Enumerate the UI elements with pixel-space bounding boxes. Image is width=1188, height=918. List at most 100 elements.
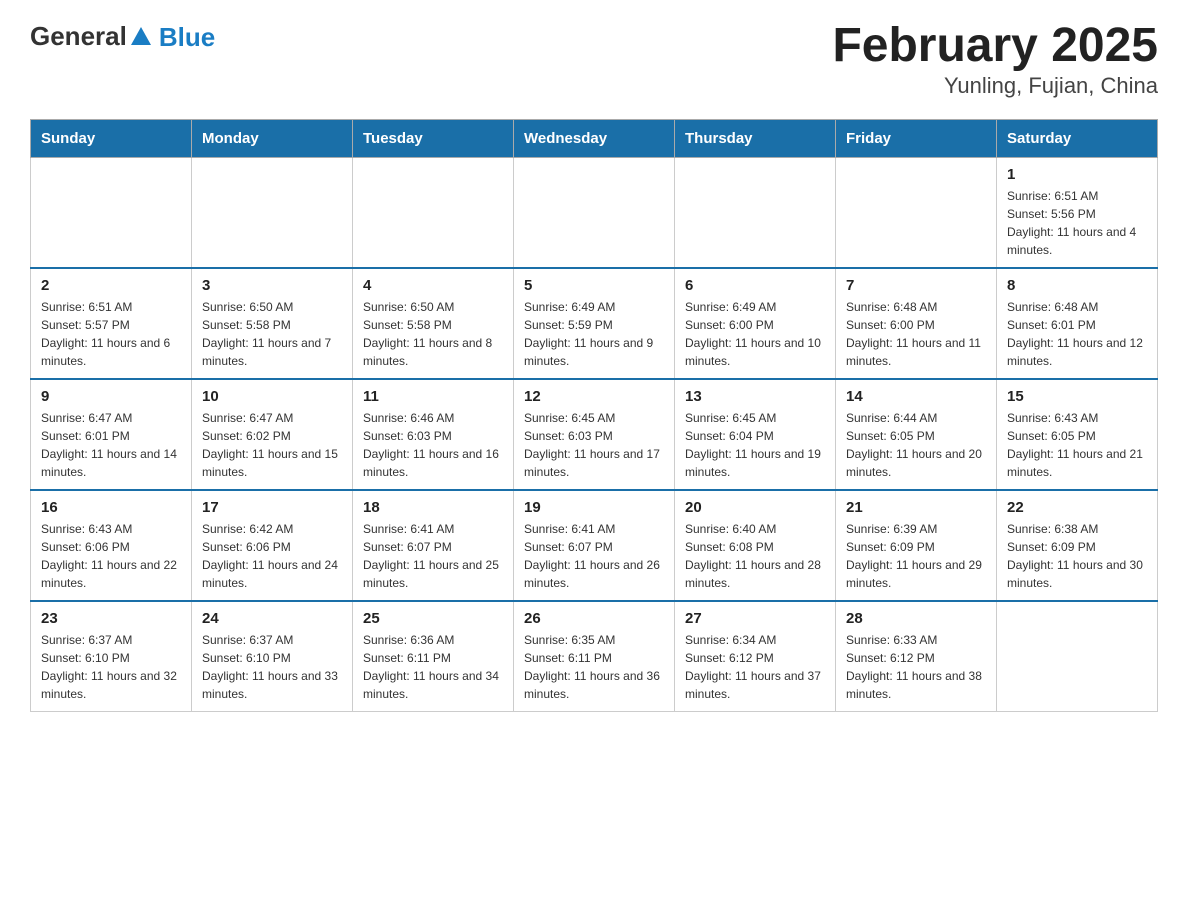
day-info: Sunrise: 6:35 AMSunset: 6:11 PMDaylight:… bbox=[524, 631, 664, 703]
page-header: General Blue February 2025 Yunling, Fuji… bbox=[30, 20, 1158, 99]
day-info: Sunrise: 6:47 AMSunset: 6:01 PMDaylight:… bbox=[41, 409, 181, 481]
day-number: 26 bbox=[524, 610, 664, 627]
calendar-day-cell: 12 Sunrise: 6:45 AMSunset: 6:03 PMDayligh… bbox=[514, 379, 675, 490]
day-info: Sunrise: 6:45 AMSunset: 6:04 PMDaylight:… bbox=[685, 409, 825, 481]
day-number: 4 bbox=[363, 277, 503, 294]
day-number: 18 bbox=[363, 499, 503, 516]
calendar-title: February 2025 bbox=[832, 20, 1158, 73]
calendar-day-cell bbox=[31, 157, 192, 268]
day-number: 22 bbox=[1007, 499, 1147, 516]
day-info: Sunrise: 6:41 AMSunset: 6:07 PMDaylight:… bbox=[524, 520, 664, 592]
weekday-header: Sunday bbox=[31, 119, 192, 157]
day-info: Sunrise: 6:40 AMSunset: 6:08 PMDaylight:… bbox=[685, 520, 825, 592]
calendar-day-cell: 15 Sunrise: 6:43 AMSunset: 6:05 PMDayligh… bbox=[997, 379, 1158, 490]
day-number: 16 bbox=[41, 499, 181, 516]
day-info: Sunrise: 6:33 AMSunset: 6:12 PMDaylight:… bbox=[846, 631, 986, 703]
calendar-day-cell: 14 Sunrise: 6:44 AMSunset: 6:05 PMDayligh… bbox=[836, 379, 997, 490]
day-number: 9 bbox=[41, 388, 181, 405]
day-number: 13 bbox=[685, 388, 825, 405]
calendar-week-row: 9 Sunrise: 6:47 AMSunset: 6:01 PMDaylight… bbox=[31, 379, 1158, 490]
day-info: Sunrise: 6:50 AMSunset: 5:58 PMDaylight:… bbox=[363, 298, 503, 370]
day-number: 14 bbox=[846, 388, 986, 405]
calendar-day-cell bbox=[997, 601, 1158, 712]
day-info: Sunrise: 6:34 AMSunset: 6:12 PMDaylight:… bbox=[685, 631, 825, 703]
calendar-day-cell bbox=[514, 157, 675, 268]
day-info: Sunrise: 6:42 AMSunset: 6:06 PMDaylight:… bbox=[202, 520, 342, 592]
day-number: 27 bbox=[685, 610, 825, 627]
day-info: Sunrise: 6:47 AMSunset: 6:02 PMDaylight:… bbox=[202, 409, 342, 481]
weekday-header: Tuesday bbox=[353, 119, 514, 157]
calendar-day-cell: 3 Sunrise: 6:50 AMSunset: 5:58 PMDaylight… bbox=[192, 268, 353, 379]
day-number: 7 bbox=[846, 277, 986, 294]
weekday-header: Monday bbox=[192, 119, 353, 157]
calendar-week-row: 16 Sunrise: 6:43 AMSunset: 6:06 PMDayligh… bbox=[31, 490, 1158, 601]
day-info: Sunrise: 6:51 AMSunset: 5:57 PMDaylight:… bbox=[41, 298, 181, 370]
calendar-day-cell: 8Sunrise: 6:48 AMSunset: 6:01 PMDaylight… bbox=[997, 268, 1158, 379]
calendar-day-cell: 19 Sunrise: 6:41 AMSunset: 6:07 PMDayligh… bbox=[514, 490, 675, 601]
calendar-day-cell: 1 Sunrise: 6:51 AMSunset: 5:56 PMDaylight… bbox=[997, 157, 1158, 268]
day-number: 5 bbox=[524, 277, 664, 294]
weekday-header: Wednesday bbox=[514, 119, 675, 157]
calendar-day-cell bbox=[675, 157, 836, 268]
calendar-week-row: 23 Sunrise: 6:37 AMSunset: 6:10 PMDayligh… bbox=[31, 601, 1158, 712]
day-info: Sunrise: 6:48 AMSunset: 6:01 PMDaylight:… bbox=[1007, 298, 1147, 370]
day-number: 6 bbox=[685, 277, 825, 294]
day-info: Sunrise: 6:43 AMSunset: 6:06 PMDaylight:… bbox=[41, 520, 181, 592]
day-info: Sunrise: 6:45 AMSunset: 6:03 PMDaylight:… bbox=[524, 409, 664, 481]
day-number: 23 bbox=[41, 610, 181, 627]
day-info: Sunrise: 6:38 AMSunset: 6:09 PMDaylight:… bbox=[1007, 520, 1147, 592]
day-info: Sunrise: 6:49 AMSunset: 5:59 PMDaylight:… bbox=[524, 298, 664, 370]
day-info: Sunrise: 6:49 AMSunset: 6:00 PMDaylight:… bbox=[685, 298, 825, 370]
title-block: February 2025 Yunling, Fujian, China bbox=[832, 20, 1158, 99]
day-info: Sunrise: 6:46 AMSunset: 6:03 PMDaylight:… bbox=[363, 409, 503, 481]
calendar-day-cell: 26 Sunrise: 6:35 AMSunset: 6:11 PMDayligh… bbox=[514, 601, 675, 712]
day-info: Sunrise: 6:50 AMSunset: 5:58 PMDaylight:… bbox=[202, 298, 342, 370]
day-number: 2 bbox=[41, 277, 181, 294]
day-number: 12 bbox=[524, 388, 664, 405]
calendar-day-cell: 6 Sunrise: 6:49 AMSunset: 6:00 PMDaylight… bbox=[675, 268, 836, 379]
day-info: Sunrise: 6:43 AMSunset: 6:05 PMDaylight:… bbox=[1007, 409, 1147, 481]
calendar-table: SundayMondayTuesdayWednesdayThursdayFrid… bbox=[30, 119, 1158, 712]
calendar-day-cell: 9 Sunrise: 6:47 AMSunset: 6:01 PMDaylight… bbox=[31, 379, 192, 490]
calendar-day-cell: 16 Sunrise: 6:43 AMSunset: 6:06 PMDayligh… bbox=[31, 490, 192, 601]
logo-icon bbox=[127, 23, 155, 51]
day-info: Sunrise: 6:48 AMSunset: 6:00 PMDaylight:… bbox=[846, 298, 986, 370]
day-number: 19 bbox=[524, 499, 664, 516]
day-number: 24 bbox=[202, 610, 342, 627]
day-number: 25 bbox=[363, 610, 503, 627]
calendar-day-cell: 27 Sunrise: 6:34 AMSunset: 6:12 PMDayligh… bbox=[675, 601, 836, 712]
calendar-week-row: 1 Sunrise: 6:51 AMSunset: 5:56 PMDaylight… bbox=[31, 157, 1158, 268]
day-number: 3 bbox=[202, 277, 342, 294]
calendar-day-cell: 20 Sunrise: 6:40 AMSunset: 6:08 PMDayligh… bbox=[675, 490, 836, 601]
logo-blue-text: Blue bbox=[159, 22, 215, 53]
calendar-day-cell bbox=[353, 157, 514, 268]
day-number: 21 bbox=[846, 499, 986, 516]
weekday-header: Friday bbox=[836, 119, 997, 157]
logo-text: General bbox=[30, 21, 155, 52]
day-number: 10 bbox=[202, 388, 342, 405]
day-info: Sunrise: 6:39 AMSunset: 6:09 PMDaylight:… bbox=[846, 520, 986, 592]
day-number: 15 bbox=[1007, 388, 1147, 405]
calendar-day-cell: 10 Sunrise: 6:47 AMSunset: 6:02 PMDayligh… bbox=[192, 379, 353, 490]
calendar-day-cell: 4 Sunrise: 6:50 AMSunset: 5:58 PMDaylight… bbox=[353, 268, 514, 379]
calendar-day-cell: 24 Sunrise: 6:37 AMSunset: 6:10 PMDayligh… bbox=[192, 601, 353, 712]
weekday-header: Saturday bbox=[997, 119, 1158, 157]
calendar-day-cell: 18 Sunrise: 6:41 AMSunset: 6:07 PMDayligh… bbox=[353, 490, 514, 601]
day-number: 28 bbox=[846, 610, 986, 627]
calendar-day-cell bbox=[192, 157, 353, 268]
calendar-day-cell: 21 Sunrise: 6:39 AMSunset: 6:09 PMDayligh… bbox=[836, 490, 997, 601]
day-info: Sunrise: 6:51 AMSunset: 5:56 PMDaylight:… bbox=[1007, 187, 1147, 259]
day-info: Sunrise: 6:44 AMSunset: 6:05 PMDaylight:… bbox=[846, 409, 986, 481]
day-number: 1 bbox=[1007, 166, 1147, 183]
day-info: Sunrise: 6:37 AMSunset: 6:10 PMDaylight:… bbox=[202, 631, 342, 703]
day-info: Sunrise: 6:41 AMSunset: 6:07 PMDaylight:… bbox=[363, 520, 503, 592]
calendar-day-cell: 2 Sunrise: 6:51 AMSunset: 5:57 PMDaylight… bbox=[31, 268, 192, 379]
day-info: Sunrise: 6:37 AMSunset: 6:10 PMDaylight:… bbox=[41, 631, 181, 703]
day-number: 20 bbox=[685, 499, 825, 516]
calendar-week-row: 2 Sunrise: 6:51 AMSunset: 5:57 PMDaylight… bbox=[31, 268, 1158, 379]
day-number: 11 bbox=[363, 388, 503, 405]
calendar-day-cell: 22 Sunrise: 6:38 AMSunset: 6:09 PMDayligh… bbox=[997, 490, 1158, 601]
calendar-day-cell: 23 Sunrise: 6:37 AMSunset: 6:10 PMDayligh… bbox=[31, 601, 192, 712]
weekday-header: Thursday bbox=[675, 119, 836, 157]
day-info: Sunrise: 6:36 AMSunset: 6:11 PMDaylight:… bbox=[363, 631, 503, 703]
